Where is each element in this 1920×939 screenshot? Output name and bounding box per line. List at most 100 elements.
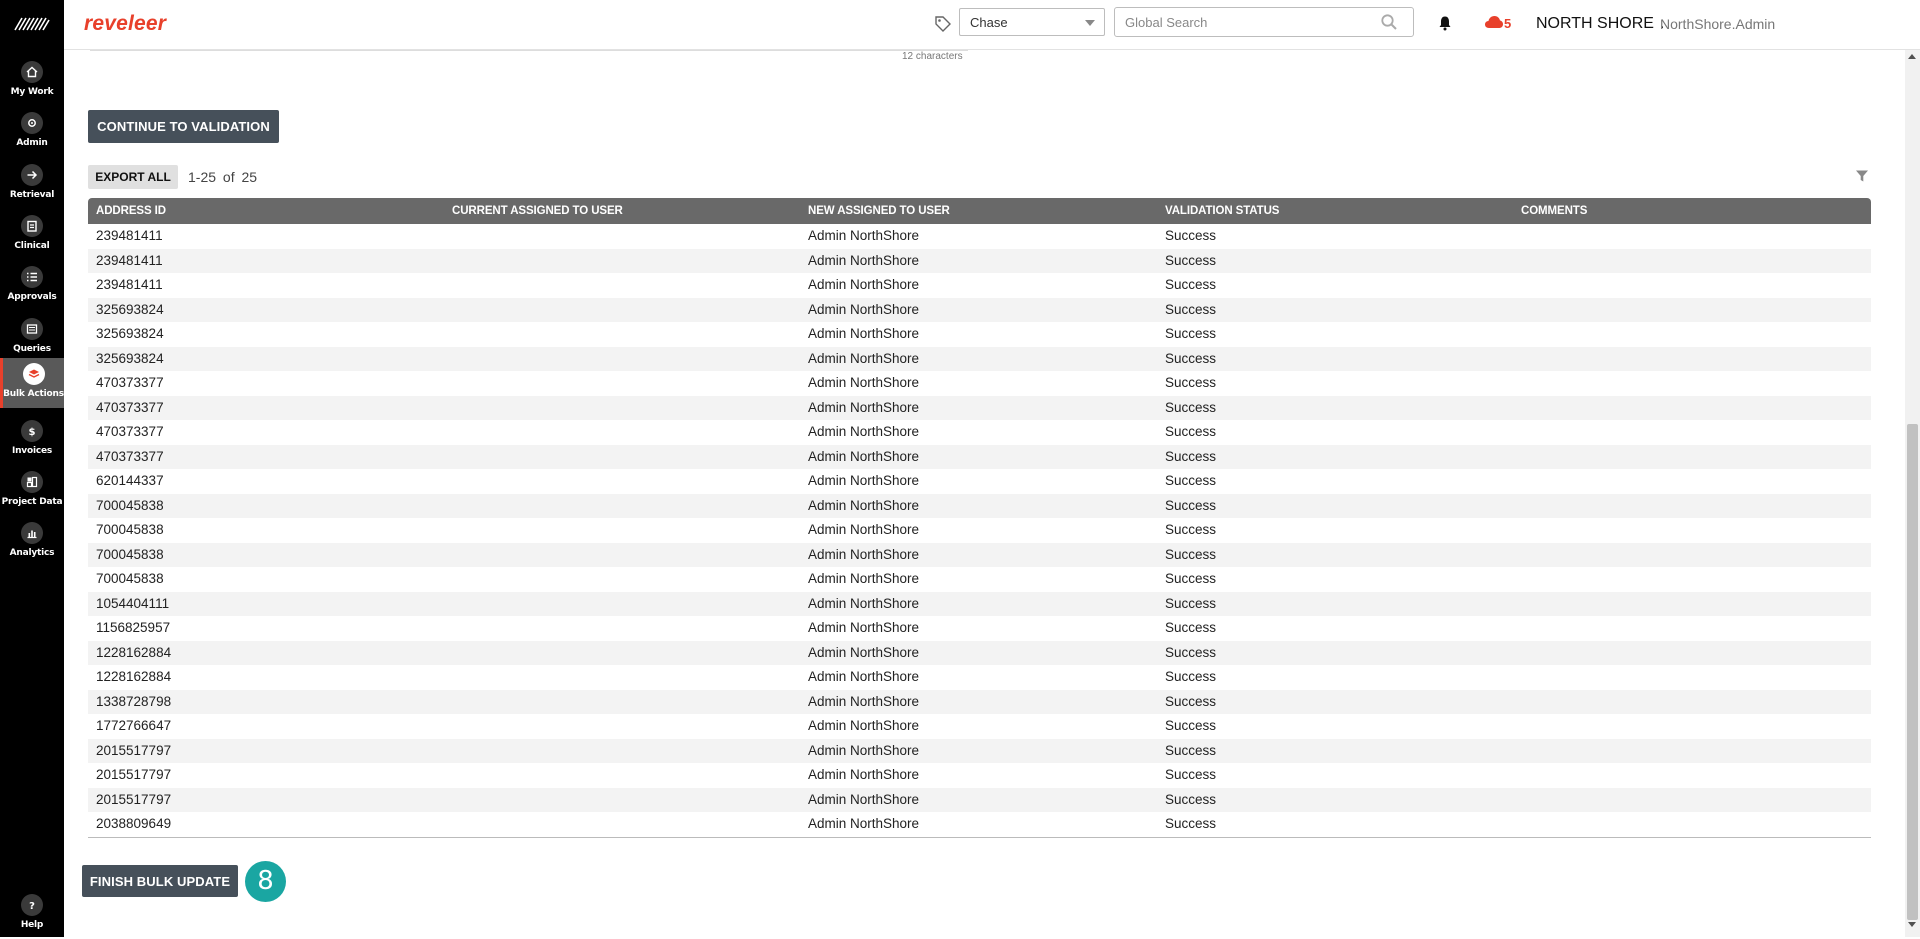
table-row[interactable]: 470373377 Admin NorthShore Success	[88, 420, 1871, 445]
cell-validation-status: Success	[1165, 301, 1217, 317]
scroll-down-icon[interactable]	[1908, 922, 1916, 927]
cell-address-id: 239481411	[96, 228, 163, 243]
sidebar-item-my-work[interactable]: My Work	[0, 56, 64, 106]
cell-validation-status: Success	[1165, 424, 1217, 439]
table-row[interactable]: 1156825957 Admin NorthShore Success	[88, 616, 1871, 641]
table-row[interactable]: 470373377 Admin NorthShore Success	[88, 395, 1871, 420]
column-header-validation-status[interactable]: VALIDATION STATUS	[1165, 205, 1279, 217]
sidebar-item-admin[interactable]: Admin	[0, 107, 64, 157]
help-button[interactable]: ? Help	[0, 889, 64, 939]
scrollbar-thumb[interactable]	[1907, 424, 1918, 920]
sidebar-item-approvals[interactable]: Approvals	[0, 261, 64, 311]
table-row[interactable]: 2015517797 Admin NorthShore Success	[88, 738, 1871, 763]
cell-new-assigned-user: Admin NorthShore	[808, 546, 920, 562]
search-icon[interactable]	[1380, 13, 1398, 31]
cell-address-id: 700045838	[96, 497, 164, 513]
pagination-summary: 1-25 of 25	[188, 169, 258, 185]
cell-new-assigned-user: Admin NorthShore	[808, 277, 920, 292]
cell-address-id: 325693824	[96, 350, 164, 366]
table-row[interactable]: 470373377 Admin NorthShore Success	[88, 371, 1871, 396]
cell-new-assigned-user: Admin NorthShore	[808, 448, 920, 464]
table-row[interactable]: 2015517797 Admin NorthShore Success	[88, 787, 1871, 812]
table-row[interactable]: 1228162884 Admin NorthShore Success	[88, 665, 1871, 690]
cell-validation-status: Success	[1165, 718, 1217, 733]
cell-new-assigned-user: Admin NorthShore	[808, 326, 920, 341]
sidebar-item-label: Approvals	[7, 292, 57, 302]
table-row[interactable]: 325693824 Admin NorthShore Success	[88, 346, 1871, 371]
tag-icon[interactable]	[934, 15, 952, 33]
user-name[interactable]: NorthShore.Admin	[1660, 16, 1775, 32]
scroll-up-icon[interactable]	[1908, 54, 1916, 59]
column-header-current-assigned-user[interactable]: CURRENT ASSIGNED TO USER	[452, 205, 623, 217]
table-row[interactable]: 700045838 Admin NorthShore Success	[88, 567, 1871, 592]
table-row[interactable]: 1228162884 Admin NorthShore Success	[88, 640, 1871, 665]
sidebar-item-retrieval[interactable]: Retrieval	[0, 159, 64, 209]
continue-to-validation-button[interactable]: CONTINUE TO VALIDATION	[88, 110, 279, 143]
table-row[interactable]: 700045838 Admin NorthShore Success	[88, 542, 1871, 567]
sidebar: My Work Admin Retrieval Clinical Approva…	[0, 0, 64, 937]
sidebar-item-clinical[interactable]: Clinical	[0, 210, 64, 260]
cell-new-assigned-user: Admin NorthShore	[808, 791, 920, 807]
cell-new-assigned-user: Admin NorthShore	[808, 497, 920, 513]
org-name: NORTH SHORE:	[1536, 15, 1670, 33]
table-row[interactable]: 620144337 Admin NorthShore Success	[88, 469, 1871, 494]
layers-icon	[22, 363, 45, 385]
grid-icon	[21, 471, 43, 493]
table-row[interactable]: 2015517797 Admin NorthShore Success	[88, 763, 1871, 788]
cell-address-id: 470373377	[96, 399, 164, 415]
global-search-input[interactable]	[1114, 7, 1414, 37]
sidebar-item-bulk-actions[interactable]: Bulk Actions	[0, 358, 64, 408]
table-row[interactable]: 239481411 Admin NorthShore Success	[88, 248, 1871, 273]
cell-address-id: 2038809649	[96, 816, 172, 831]
cell-validation-status: Success	[1165, 277, 1217, 292]
table-header-row: ADDRESS ID CURRENT ASSIGNED TO USER NEW …	[88, 198, 1871, 224]
export-all-button[interactable]: EXPORT ALL	[88, 165, 178, 189]
cell-validation-status: Success	[1165, 522, 1217, 537]
finish-bulk-update-button[interactable]: FINISH BULK UPDATE	[82, 865, 238, 897]
table-row[interactable]: 239481411 Admin NorthShore Success	[88, 224, 1871, 249]
cell-validation-status: Success	[1165, 546, 1217, 562]
org-label: NORTH SHORE	[1536, 15, 1654, 32]
cell-address-id: 700045838	[96, 546, 164, 562]
cell-validation-status: Success	[1165, 816, 1217, 831]
cell-new-assigned-user: Admin NorthShore	[808, 252, 920, 268]
bell-icon[interactable]	[1437, 15, 1453, 31]
cell-address-id: 2015517797	[96, 742, 172, 758]
notification-count[interactable]: 5	[1504, 16, 1511, 31]
cell-address-id: 325693824	[96, 301, 164, 317]
table-row[interactable]: 700045838 Admin NorthShore Success	[88, 493, 1871, 518]
sidebar-item-label: Analytics	[9, 548, 55, 558]
validation-results-table: ADDRESS ID CURRENT ASSIGNED TO USER NEW …	[88, 198, 1871, 838]
table-row[interactable]: 700045838 Admin NorthShore Success	[88, 518, 1871, 543]
tag-select[interactable]: Chase	[959, 8, 1105, 36]
cell-new-assigned-user: Admin NorthShore	[808, 693, 920, 709]
app-logo-icon[interactable]	[14, 16, 50, 32]
column-header-comments[interactable]: COMMENTS	[1521, 205, 1587, 217]
cloud-icon[interactable]	[1484, 14, 1504, 30]
sidebar-item-invoices[interactable]: $ Invoices	[0, 415, 64, 465]
table-row[interactable]: 239481411 Admin NorthShore Success	[88, 273, 1871, 298]
table-row[interactable]: 1054404111 Admin NorthShore Success	[88, 591, 1871, 616]
step-number-badge: 8	[245, 861, 286, 902]
table-row[interactable]: 470373377 Admin NorthShore Success	[88, 444, 1871, 469]
cell-validation-status: Success	[1165, 571, 1217, 586]
chevron-down-icon	[1085, 20, 1095, 26]
table-row[interactable]: 2038809649 Admin NorthShore Success	[88, 812, 1871, 837]
column-header-new-assigned-user[interactable]: NEW ASSIGNED TO USER	[808, 205, 950, 217]
list-check-icon	[21, 266, 43, 288]
table-row[interactable]: 1772766647 Admin NorthShore Success	[88, 714, 1871, 739]
sidebar-item-label: My Work	[10, 87, 54, 97]
brand-logo[interactable]: reveleer	[84, 12, 166, 36]
sidebar-item-project-data[interactable]: Project Data	[0, 466, 64, 516]
column-header-address-id[interactable]: ADDRESS ID	[96, 205, 166, 217]
cell-validation-status: Success	[1165, 448, 1217, 464]
cell-address-id: 239481411	[96, 277, 163, 292]
table-row[interactable]: 325693824 Admin NorthShore Success	[88, 297, 1871, 322]
cell-new-assigned-user: Admin NorthShore	[808, 375, 920, 390]
table-row[interactable]: 325693824 Admin NorthShore Success	[88, 322, 1871, 347]
sidebar-item-analytics[interactable]: Analytics	[0, 517, 64, 567]
table-row[interactable]: 1338728798 Admin NorthShore Success	[88, 689, 1871, 714]
cell-validation-status: Success	[1165, 399, 1217, 415]
sidebar-item-queries[interactable]: Queries	[0, 313, 64, 363]
filter-icon[interactable]	[1855, 169, 1869, 183]
